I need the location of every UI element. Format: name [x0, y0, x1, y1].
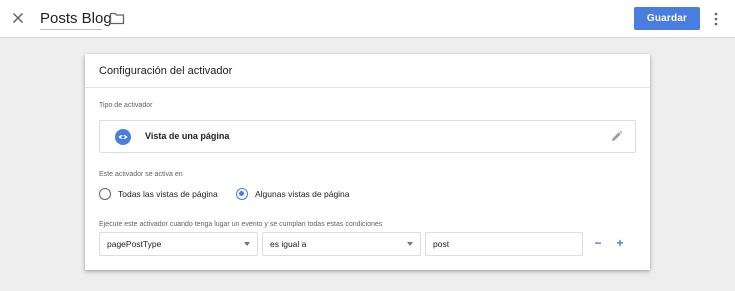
top-bar: Posts Blog Guardar: [0, 0, 735, 38]
save-button[interactable]: Guardar: [634, 7, 700, 30]
radio-label: Algunas vistas de página: [255, 189, 350, 199]
folder-icon[interactable]: [109, 11, 125, 25]
operator-dropdown[interactable]: es igual a: [262, 232, 421, 256]
pencil-icon[interactable]: [610, 130, 623, 143]
dropdown-arrow-icon: [407, 242, 413, 246]
trigger-type-label: Tipo de activador: [99, 102, 153, 109]
trigger-type-name: Vista de una página: [145, 131, 230, 141]
more-vert-icon[interactable]: [711, 11, 721, 27]
remove-condition-button[interactable]: −: [592, 235, 604, 251]
container-name-input[interactable]: Posts Blog: [40, 9, 112, 30]
eye-icon: [115, 129, 131, 145]
trigger-type-selector[interactable]: Vista de una página: [99, 120, 636, 153]
radio-some-page-views[interactable]: Algunas vistas de página: [236, 187, 350, 201]
close-icon[interactable]: [9, 9, 27, 27]
radio-button[interactable]: [99, 188, 111, 200]
variable-dropdown[interactable]: pagePostType: [99, 232, 258, 256]
dropdown-arrow-icon: [244, 242, 250, 246]
add-condition-button[interactable]: +: [614, 235, 626, 251]
operator-value: es igual a: [270, 239, 307, 249]
trigger-configuration-card: Configuración del activador Tipo de acti…: [85, 54, 650, 270]
conditions-label: Ejecute este activador cuando tenga luga…: [99, 221, 383, 228]
condition-value-input[interactable]: post: [425, 232, 583, 256]
radio-all-page-views[interactable]: Todas las vistas de página: [99, 187, 218, 201]
radio-button-checked[interactable]: [236, 188, 248, 200]
card-title: Configuración del activador: [85, 54, 650, 88]
condition-value: post: [433, 239, 450, 249]
variable-value: pagePostType: [107, 239, 162, 249]
radio-label: Todas las vistas de página: [118, 189, 218, 199]
fires-on-label: Este activador se activa en: [99, 171, 183, 178]
